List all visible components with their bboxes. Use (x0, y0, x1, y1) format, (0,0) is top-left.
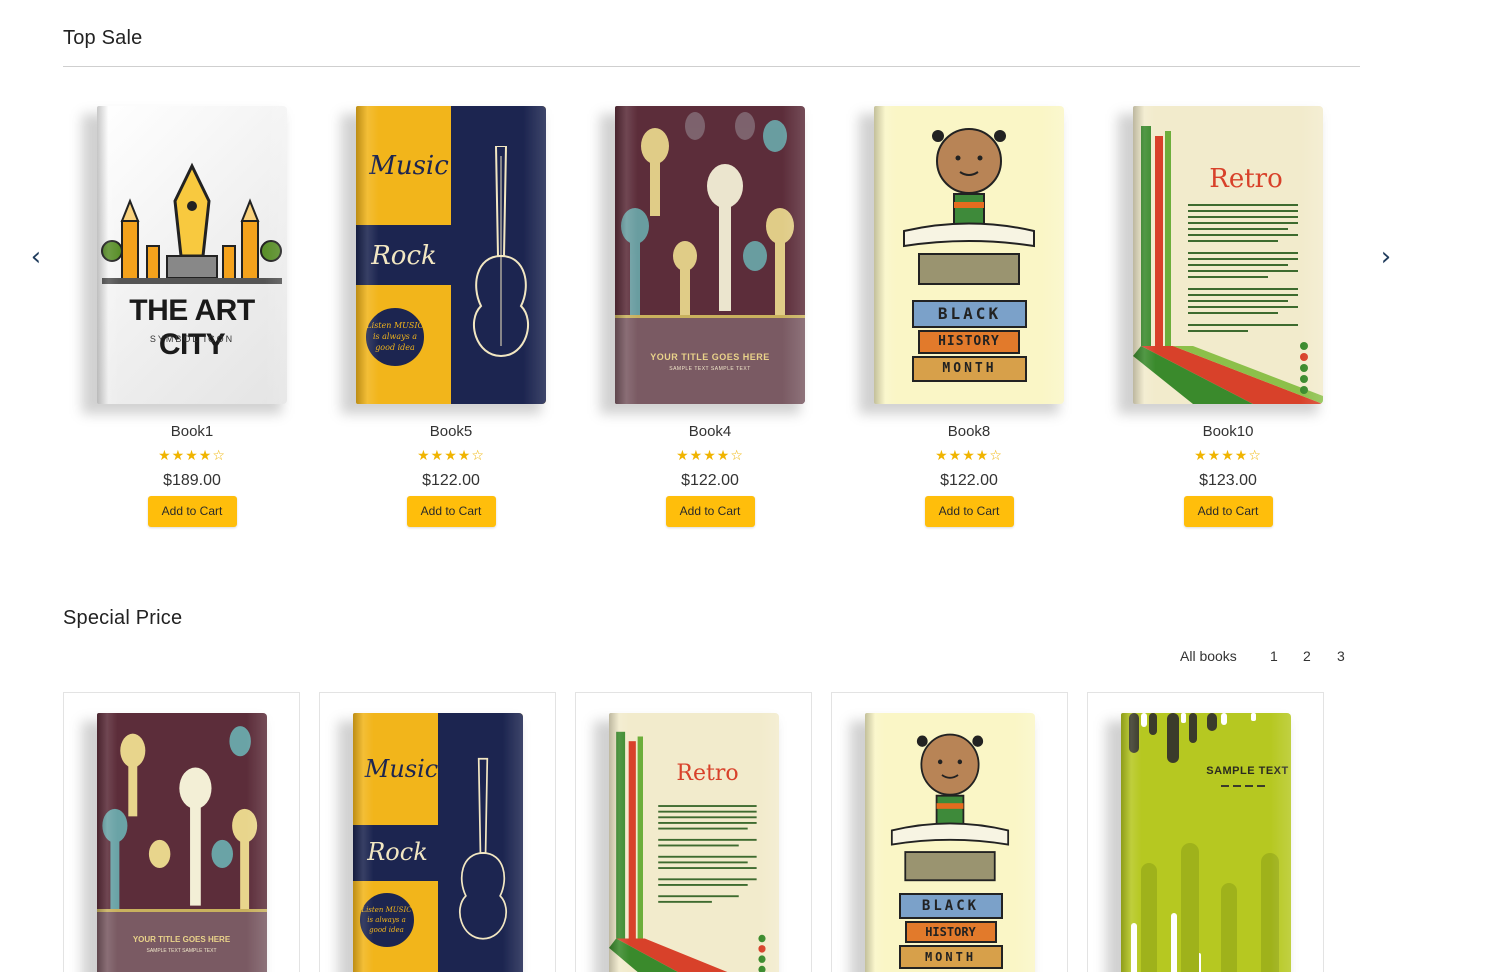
cover-word-rock: Rock (367, 838, 428, 866)
special-product-card[interactable]: Music Rock Listen MUSIC is always a good… (319, 692, 556, 972)
book-cover[interactable]: Retro (604, 713, 784, 972)
add-to-cart-button[interactable]: Add to Cart (406, 496, 496, 527)
carousel-prev-button[interactable]: ‹ (26, 244, 46, 272)
drip-pattern-icon (1128, 713, 1279, 972)
cover-title: YOUR TITLE GOES HERE (650, 352, 770, 362)
cover-line1: BLACK (912, 300, 1027, 328)
book-title[interactable]: Book10 (1118, 423, 1338, 440)
star-rating: ★★★★☆ (1194, 448, 1262, 464)
cover-title: THE ART CITY (129, 294, 255, 361)
cover-word-music: Music (369, 151, 449, 181)
special-product-card[interactable]: SAMPLE TEXT (1087, 692, 1324, 972)
special-product-card[interactable]: BLACK HISTORY MONTH (831, 692, 1068, 972)
cover-badge: Listen MUSIC is always a good idea (364, 306, 426, 368)
book-cover[interactable]: YOUR TITLE GOES HERE SAMPLE TEXT SAMPLE … (610, 106, 810, 406)
product-card: Retro Book10 ★★★★☆ $123.00 Add to Cart (1118, 100, 1338, 540)
retro-stripes-icon (608, 731, 766, 972)
top-sale-heading: Top Sale (63, 27, 143, 49)
cover-line3: MONTH (912, 356, 1027, 382)
book-title[interactable]: Book4 (600, 423, 820, 440)
product-card: THE ART CITY SYMBOL ICON Book1 ★★★★☆ $18… (82, 100, 302, 540)
cover-title: YOUR TITLE GOES HERE (132, 935, 231, 944)
book-cover[interactable]: BLACK HISTORY MONTH (869, 106, 1069, 406)
cover-word-music: Music (364, 755, 439, 783)
star-rating: ★★★★☆ (417, 448, 485, 464)
cover-title: Retro (676, 761, 739, 786)
special-product-card[interactable]: Retro (575, 692, 812, 972)
page-link-1[interactable]: 1 (1270, 648, 1278, 664)
book-cover[interactable]: Music Rock Listen MUSIC is always a good… (351, 106, 551, 406)
carousel-next-button[interactable]: › (1376, 244, 1396, 272)
cover-subtitle: SAMPLE TEXT SAMPLE TEXT (146, 948, 217, 954)
book-price: $123.00 (1199, 472, 1257, 489)
product-card: YOUR TITLE GOES HERE SAMPLE TEXT SAMPLE … (600, 100, 820, 540)
book-title[interactable]: Book5 (341, 423, 561, 440)
book-cover[interactable]: Retro (1128, 106, 1328, 406)
cover-title: SAMPLE TEXT (1206, 765, 1289, 777)
cover-line1: BLACK (898, 893, 1003, 919)
cover-title: Retro (1209, 164, 1283, 194)
star-rating: ★★★★☆ (158, 448, 226, 464)
reading-child-icon (890, 733, 1009, 882)
cover-subtitle: SYMBOL ICON (149, 334, 235, 344)
book-price: $122.00 (422, 472, 480, 489)
book-price: $122.00 (681, 472, 739, 489)
star-rating: ★★★★☆ (935, 448, 1003, 464)
retro-stripes-icon (1133, 126, 1323, 404)
book-cover[interactable]: SAMPLE TEXT (1116, 713, 1296, 972)
chevron-right-icon: › (1380, 242, 1392, 272)
book-price: $122.00 (940, 472, 998, 489)
cover-line3: MONTH (898, 945, 1003, 969)
chevron-left-icon: ‹ (30, 242, 42, 272)
raised-hands-icon (101, 726, 257, 911)
book-cover[interactable]: THE ART CITY SYMBOL ICON (92, 106, 292, 406)
page-link-2[interactable]: 2 (1303, 648, 1311, 664)
section-divider (63, 66, 1360, 67)
add-to-cart-button[interactable]: Add to Cart (147, 496, 237, 527)
cover-subtitle: SAMPLE TEXT SAMPLE TEXT (669, 366, 751, 372)
book-cover[interactable]: Music Rock Listen MUSIC is always a good… (348, 713, 528, 972)
cover-word-rock: Rock (371, 241, 437, 271)
cover-badge: Listen MUSIC is always a good idea (357, 891, 416, 949)
guitar-icon (472, 146, 530, 358)
product-card: Music Rock Listen MUSIC is always a good… (341, 100, 561, 540)
special-price-heading: Special Price (63, 607, 183, 629)
art-city-logo-icon (101, 162, 282, 284)
cover-line2: HISTORY (918, 330, 1020, 354)
special-product-card[interactable]: YOUR TITLE GOES HERE SAMPLE TEXT SAMPLE … (63, 692, 300, 972)
reading-child-icon (903, 128, 1035, 285)
cover-line2: HISTORY (904, 921, 997, 943)
add-to-cart-button[interactable]: Add to Cart (924, 496, 1014, 527)
add-to-cart-button[interactable]: Add to Cart (665, 496, 755, 527)
page-link-3[interactable]: 3 (1337, 648, 1345, 664)
book-title[interactable]: Book1 (82, 423, 302, 440)
guitar-icon (458, 757, 507, 940)
book-price: $189.00 (163, 472, 221, 489)
book-cover[interactable]: YOUR TITLE GOES HERE SAMPLE TEXT SAMPLE … (92, 713, 272, 972)
star-rating: ★★★★☆ (676, 448, 744, 464)
product-card: BLACK HISTORY MONTH Book8 ★★★★☆ $122.00 … (859, 100, 1079, 540)
book-cover[interactable]: BLACK HISTORY MONTH (860, 713, 1040, 972)
raised-hands-icon (621, 112, 794, 316)
book-title[interactable]: Book8 (859, 423, 1079, 440)
filter-all-books[interactable]: All books (1180, 648, 1237, 664)
add-to-cart-button[interactable]: Add to Cart (1183, 496, 1273, 527)
